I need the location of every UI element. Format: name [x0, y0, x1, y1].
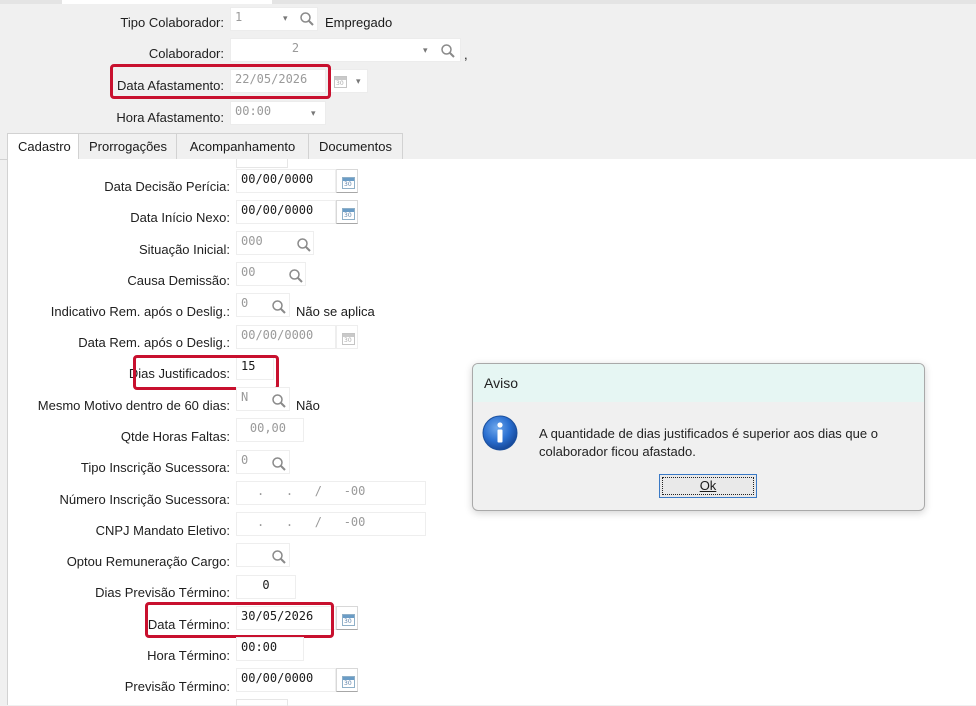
colaborador-label: Colaborador:	[148, 46, 224, 61]
previsao-termino-label: Previsão Término:	[124, 679, 230, 694]
search-icon[interactable]	[271, 456, 287, 472]
dias-previsao-field[interactable]: 0	[236, 575, 296, 599]
calendar-icon[interactable]: 30	[342, 333, 355, 345]
tab-acompanhamento[interactable]: Acompanhamento	[176, 133, 309, 159]
tab-prorrogacoes[interactable]: Prorrogações	[78, 133, 177, 159]
calendar-icon[interactable]: 30	[342, 177, 355, 189]
chevron-down-icon[interactable]: ▾	[356, 78, 361, 87]
calendar-icon[interactable]: 30	[342, 208, 355, 220]
highlight-dias-justificados	[133, 355, 279, 390]
search-icon[interactable]	[288, 268, 304, 284]
situacao-inicial-label: Situação Inicial:	[138, 242, 230, 257]
qtde-horas-faltas-label: Qtde Horas Faltas:	[120, 429, 230, 444]
tipo-inscricao-label: Tipo Inscrição Sucessora:	[80, 460, 230, 475]
tipo-colaborador-label: Tipo Colaborador:	[120, 15, 224, 30]
search-icon[interactable]	[271, 393, 287, 409]
dialog-message: A quantidade de dias justificados é supe…	[539, 426, 878, 459]
chevron-down-icon[interactable]: ▾	[423, 47, 428, 56]
top-strip-tab	[62, 0, 272, 4]
tab-cadastro[interactable]: Cadastro	[7, 133, 79, 161]
qtde-horas-faltas-field[interactable]: 00,00	[236, 418, 304, 442]
hora-termino-label: Hora Término:	[147, 648, 230, 663]
data-rem-label: Data Rem. após o Deslig.:	[78, 335, 230, 350]
search-icon[interactable]	[271, 549, 287, 565]
previsao-termino-field[interactable]: 00/00/0000	[236, 668, 336, 692]
search-icon[interactable]	[440, 43, 456, 59]
colaborador-trailing: ,	[464, 47, 468, 62]
data-inicio-nexo-label: Data Início Nexo:	[130, 210, 230, 225]
indicativo-rem-label: Indicativo Rem. após o Deslig.:	[50, 304, 230, 319]
highlight-data-termino	[145, 602, 334, 638]
numero-inscricao-field[interactable]: . . / -00	[236, 481, 426, 505]
chevron-down-icon[interactable]: ▾	[311, 110, 316, 119]
ok-label: Ok	[699, 478, 717, 493]
data-decisao-pericia-field[interactable]: 00/00/0000	[236, 169, 336, 193]
cnpj-mandato-value: . . / -00	[257, 515, 366, 529]
calendar-icon[interactable]: 30	[334, 76, 347, 88]
indicativo-rem-desc: Não se aplica	[296, 304, 375, 319]
aviso-dialog: Aviso A quantidade de dias justificados …	[472, 363, 925, 511]
numero-inscricao-label: Número Inscrição Sucessora:	[59, 492, 230, 507]
data-inicio-nexo-field[interactable]: 00/00/0000	[236, 200, 336, 224]
data-rem-field[interactable]: 00/00/0000	[236, 325, 336, 349]
search-icon[interactable]	[296, 237, 312, 253]
cnpj-mandato-label: CNPJ Mandato Eletivo:	[95, 523, 230, 538]
dias-previsao-label: Dias Previsão Término:	[95, 585, 230, 600]
numero-inscricao-value: . . / -00	[257, 484, 366, 498]
hora-termino-field[interactable]: 00:00	[236, 637, 304, 661]
tipo-colaborador-desc: Empregado	[325, 15, 393, 30]
highlight-data-afastamento	[110, 64, 331, 99]
calendar-icon[interactable]: 30	[342, 676, 355, 688]
qtde-horas-faltas-value: 00,00	[249, 421, 286, 435]
dias-previsao-value: 0	[262, 578, 270, 592]
mesmo-motivo-desc: Não	[296, 398, 320, 413]
causa-demissao-label: Causa Demissão:	[127, 273, 230, 288]
panel-top-fragment	[236, 159, 288, 168]
hora-afastamento-label: Hora Afastamento:	[116, 110, 224, 125]
ok-button[interactable]: Ok	[659, 474, 757, 498]
dialog-title: Aviso	[473, 364, 924, 402]
search-icon[interactable]	[299, 11, 315, 27]
mesmo-motivo-label: Mesmo Motivo dentro de 60 dias:	[37, 398, 230, 413]
optou-remuneracao-label: Optou Remuneração Cargo:	[66, 554, 230, 569]
chevron-down-icon[interactable]: ▾	[283, 15, 288, 24]
data-decisao-pericia-label: Data Decisão Perícia:	[104, 179, 230, 194]
cnpj-mandato-field[interactable]: . . / -00	[236, 512, 426, 536]
info-icon	[482, 415, 518, 451]
calendar-icon[interactable]: 30	[342, 614, 355, 626]
colaborador-value: 2	[291, 41, 300, 55]
tab-documentos[interactable]: Documentos	[308, 133, 403, 159]
search-icon[interactable]	[271, 299, 287, 315]
